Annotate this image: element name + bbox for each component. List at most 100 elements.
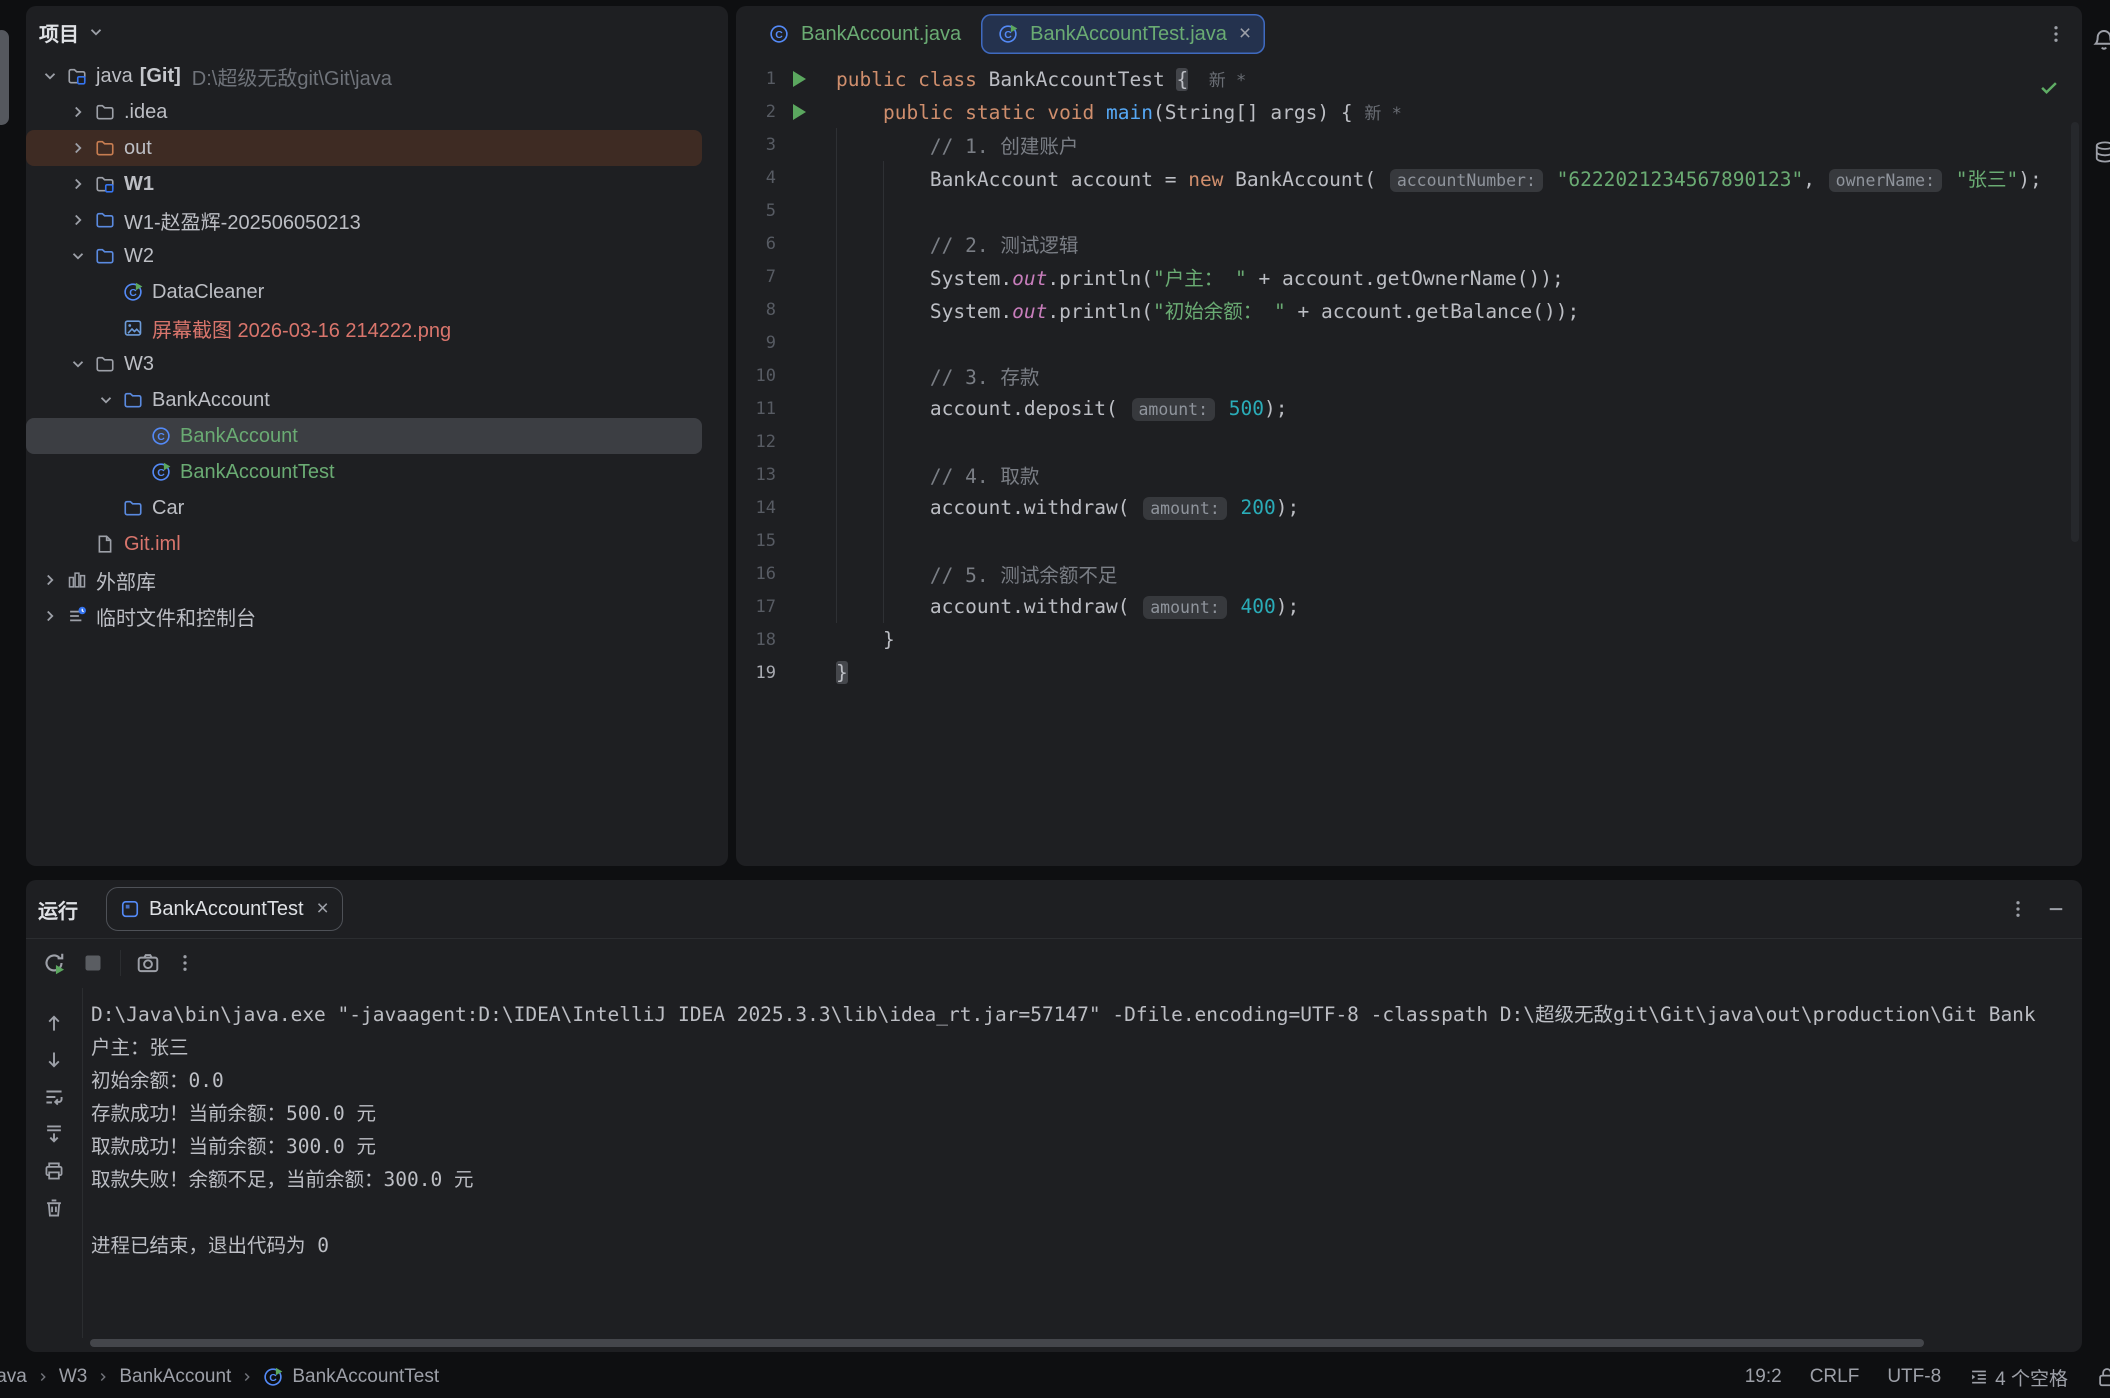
chevron-right-icon[interactable]: [69, 211, 87, 229]
code-line-8: 8 System.out.println("初始余额： " + account.…: [736, 293, 2082, 326]
editor-tab-bankaccount-java[interactable]: CBankAccount.java: [752, 14, 975, 54]
line-number: 10: [736, 366, 776, 386]
line-number: 5: [736, 201, 776, 221]
tree-item-bankaccount-folder[interactable]: BankAccount: [26, 382, 728, 418]
stop-icon[interactable]: [81, 951, 105, 975]
run-tab-label: BankAccountTest: [149, 898, 304, 921]
run-tab[interactable]: BankAccountTest ×: [106, 887, 343, 931]
console-output[interactable]: D:\Java\bin\java.exe "-javaagent:D:\IDEA…: [83, 988, 2082, 1338]
project-toolwindow-button[interactable]: [0, 30, 9, 125]
more-icon[interactable]: [175, 953, 195, 973]
tree-item-screenshot-png[interactable]: 屏幕截图 2026-03-16 214222.png: [26, 310, 728, 346]
breadcrumb-item[interactable]: BankAccountTest: [292, 1366, 439, 1388]
tree-item-label: Git.iml: [124, 533, 181, 556]
editor-tab-label: BankAccount.java: [801, 23, 961, 46]
code-line-11: 11 account.deposit( amount: 500);: [736, 392, 2082, 425]
line-number: 2: [736, 102, 776, 122]
scroll-to-end-icon[interactable]: [43, 1123, 65, 1145]
tree-item-idea[interactable]: .idea: [26, 94, 728, 130]
console-line: 取款失败！余额不足，当前余额：300.0 元: [91, 1163, 2082, 1196]
chevron-down-icon[interactable]: [41, 67, 59, 85]
rerun-icon[interactable]: [42, 951, 66, 975]
notifications-bell-icon[interactable]: [2092, 28, 2110, 52]
line-number: 15: [736, 531, 776, 551]
chevron-right-icon[interactable]: [69, 103, 87, 121]
clear-console-icon[interactable]: [43, 1197, 65, 1219]
caret-position[interactable]: 19:2: [1745, 1366, 1782, 1388]
editor-tab-label: BankAccountTest.java: [1030, 23, 1227, 46]
close-icon[interactable]: ×: [317, 897, 329, 921]
more-icon[interactable]: [2008, 899, 2028, 919]
project-panel-header: 项目: [26, 6, 728, 58]
line-number: 16: [736, 564, 776, 584]
console-line: 初始余额：0.0: [91, 1064, 2082, 1097]
line-number: 8: [736, 300, 776, 320]
chevron-right-icon[interactable]: [41, 607, 59, 625]
breadcrumb: javaW3BankAccountCBankAccountTest: [0, 1366, 439, 1388]
editor-tab-bankaccounttest-java[interactable]: CBankAccountTest.java×: [981, 14, 1265, 54]
code-line-18: 18 }: [736, 623, 2082, 656]
breadcrumb-item[interactable]: W3: [59, 1366, 88, 1388]
tree-item-label: W2: [124, 245, 154, 268]
tree-item-git-iml[interactable]: Git.iml: [26, 526, 728, 562]
up-stack-trace-icon[interactable]: [43, 1012, 65, 1034]
close-icon[interactable]: ×: [1239, 22, 1251, 46]
tree-item-car[interactable]: Car: [26, 490, 728, 526]
line-number: 13: [736, 465, 776, 485]
folder-orange-icon: [92, 138, 118, 158]
code-editor[interactable]: 1public class BankAccountTest { 新 *2 pub…: [736, 62, 2082, 866]
code-line-19: 19}: [736, 656, 2082, 689]
class-icon: C: [148, 426, 174, 446]
indent-icon: [1969, 1367, 1989, 1387]
run-line-icon[interactable]: [793, 104, 806, 120]
print-icon[interactable]: [43, 1160, 65, 1182]
tree-item-w1-zhaoyinghui[interactable]: W1-赵盈辉-202506050213: [26, 202, 728, 238]
tree-item-label: Car: [152, 497, 184, 520]
scratch-icon: [64, 606, 90, 626]
tree-item-out[interactable]: out: [26, 130, 702, 166]
tree-item-label: BankAccount: [180, 425, 298, 448]
screenshot-icon[interactable]: [136, 951, 160, 975]
chevron-right-icon[interactable]: [69, 175, 87, 193]
project-panel: 项目 java[Git]D:\超级无敌git\Git\java.ideaoutW…: [26, 6, 728, 866]
minimize-icon[interactable]: [2046, 899, 2066, 919]
run-line-icon[interactable]: [793, 71, 806, 87]
chevron-right-icon[interactable]: [69, 139, 87, 157]
tree-item-bankaccount-class[interactable]: C BankAccount: [26, 418, 702, 454]
console-line: 取款成功！当前余额：300.0 元: [91, 1130, 2082, 1163]
database-icon[interactable]: [2093, 140, 2110, 164]
line-number: 7: [736, 267, 776, 287]
encoding[interactable]: UTF-8: [1887, 1366, 1941, 1388]
tree-item-bankaccounttest-class[interactable]: CBankAccountTest: [26, 454, 728, 490]
chevron-down-icon[interactable]: [69, 355, 87, 373]
code-line-12: 12: [736, 425, 2082, 458]
tree-item-w1[interactable]: W1: [26, 166, 728, 202]
line-ending[interactable]: CRLF: [1810, 1366, 1860, 1388]
chevron-down-icon[interactable]: [97, 391, 115, 409]
tree-item-path: D:\超级无敌git\Git\java: [192, 62, 392, 91]
tree-item-w2[interactable]: W2: [26, 238, 728, 274]
indent-setting[interactable]: 4 个空格: [1969, 1364, 2068, 1391]
code-line-4: 4 BankAccount account = new BankAccount(…: [736, 161, 2082, 194]
chevron-right-icon[interactable]: [41, 571, 59, 589]
project-panel-title: 项目: [39, 18, 79, 47]
soft-wrap-icon[interactable]: [43, 1086, 65, 1108]
line-number: 11: [736, 399, 776, 419]
chevron-right-icon: [240, 1370, 254, 1384]
tree-item-java-root[interactable]: java[Git]D:\超级无敌git\Git\java: [26, 58, 728, 94]
tree-item-label: 外部库: [96, 566, 156, 595]
chevron-down-icon[interactable]: [87, 23, 105, 41]
breadcrumb-item[interactable]: java: [0, 1366, 27, 1388]
tree-item-suffix: [Git]: [140, 65, 181, 88]
tree-item-datacleaner[interactable]: CDataCleaner: [26, 274, 728, 310]
tree-item-scratches[interactable]: 临时文件和控制台: [26, 598, 728, 634]
tree-item-w3[interactable]: W3: [26, 346, 728, 382]
more-icon[interactable]: [2046, 24, 2066, 44]
folder-blue-icon: [120, 498, 146, 518]
tree-item-external-libraries[interactable]: 外部库: [26, 562, 728, 598]
chevron-down-icon[interactable]: [69, 247, 87, 265]
breadcrumb-item[interactable]: BankAccount: [119, 1366, 231, 1388]
console-hscrollbar[interactable]: [90, 1339, 1924, 1347]
down-stack-trace-icon[interactable]: [43, 1049, 65, 1071]
code-line-3: 3 // 1. 创建账户: [736, 128, 2082, 161]
